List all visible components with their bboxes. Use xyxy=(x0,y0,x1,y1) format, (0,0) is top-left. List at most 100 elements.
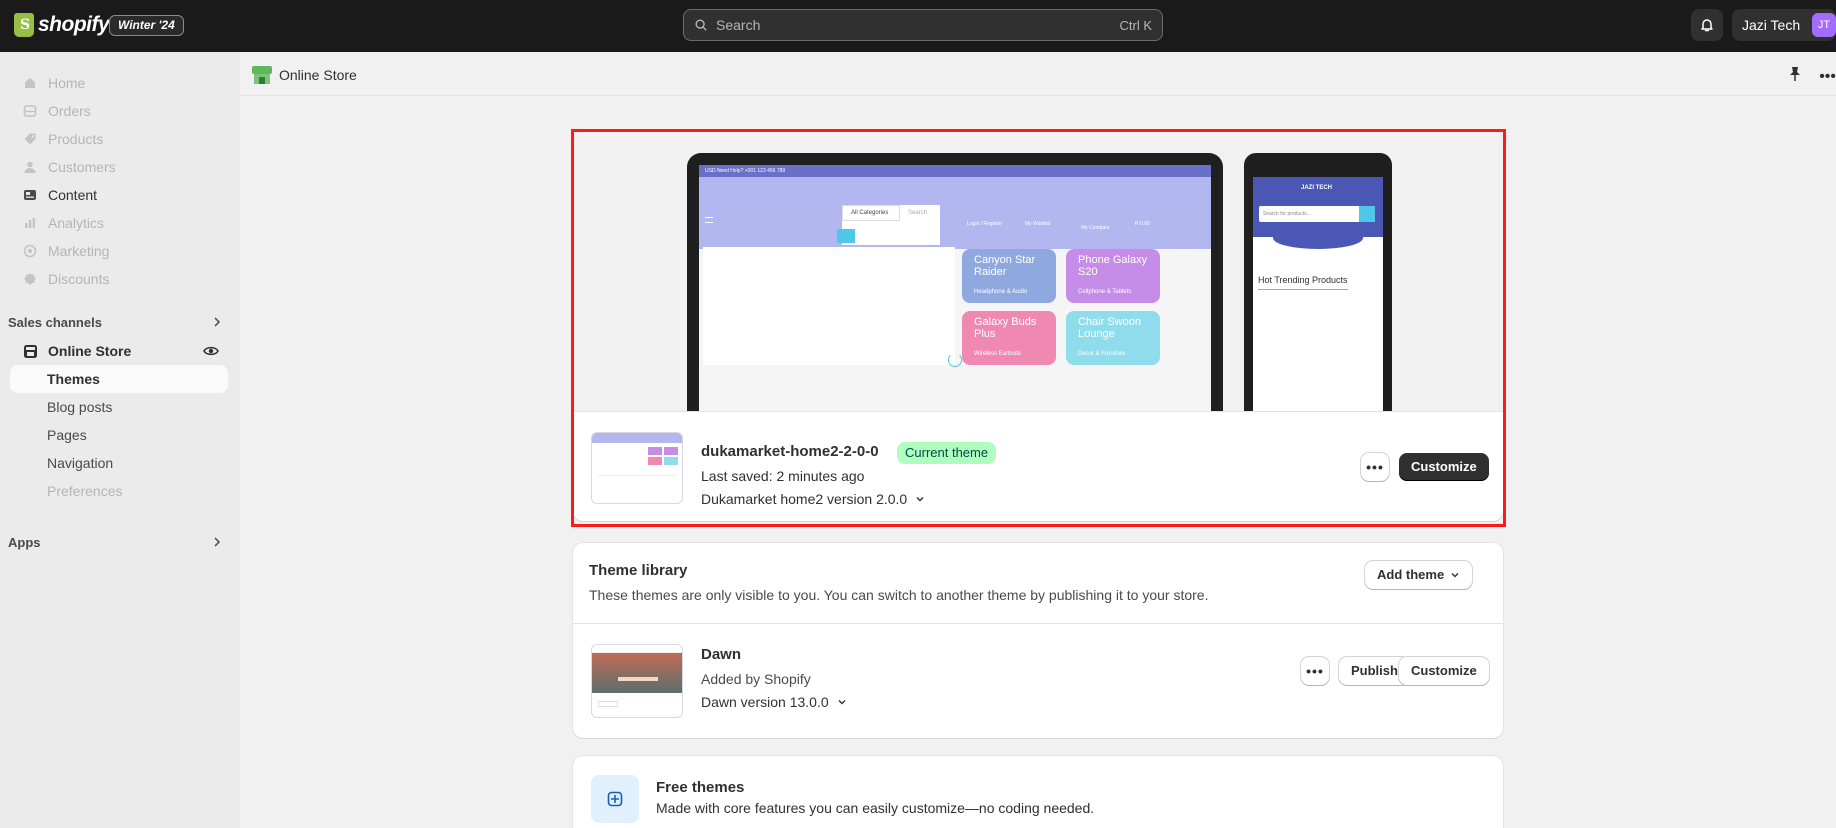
customize-button[interactable]: Customize xyxy=(1399,657,1489,685)
tile-sub: Wireless Earbuds xyxy=(974,351,1022,357)
sidebar: Home Orders Products Customers Content A… xyxy=(0,52,240,828)
preview-search: Search xyxy=(908,210,928,216)
theme-thumbnail xyxy=(591,644,683,718)
sidebar-item-analytics[interactable]: Analytics xyxy=(10,209,228,237)
theme-version-toggle[interactable]: Dawn version 13.0.0 xyxy=(701,694,847,710)
sidebar-item-discounts[interactable]: Discounts xyxy=(10,265,228,293)
status-badge: Current theme xyxy=(897,442,997,464)
sidebar-item-orders[interactable]: Orders xyxy=(10,97,228,125)
theme-version: Dawn version 13.0.0 xyxy=(701,694,829,710)
theme-version-toggle[interactable]: Dukamarket home2 version 2.0.0 xyxy=(701,491,925,507)
theme-preview[interactable]: USD Need Help? +001 123 456 789 All Cate… xyxy=(573,131,1503,411)
account-name: Jazi Tech xyxy=(1742,17,1801,33)
notifications-button[interactable] xyxy=(1691,9,1723,41)
sidebar-item-label: Customers xyxy=(48,159,116,175)
free-themes-card[interactable]: Free themes Made with core features you … xyxy=(573,756,1503,828)
sidebar-item-label: Products xyxy=(48,131,104,147)
sidebar-item-label: Analytics xyxy=(48,215,105,231)
library-subtitle: These themes are only visible to you. Yo… xyxy=(589,587,1209,603)
mobile-preview: JAZI TECH Search for products... Hot Tre… xyxy=(1244,153,1392,411)
home-icon xyxy=(22,75,38,91)
theme-library-card: Theme library These themes are only visi… xyxy=(573,543,1503,738)
sidebar-item-themes[interactable]: Themes xyxy=(10,365,228,393)
sidebar-item-label: Blog posts xyxy=(47,399,113,415)
free-themes-subtitle: Made with core features you can easily c… xyxy=(656,800,1095,816)
sidebar-item-customers[interactable]: Customers xyxy=(10,153,228,181)
phone-logo: JAZI TECH xyxy=(1301,185,1333,191)
last-saved: Last saved: 2 minutes ago xyxy=(701,468,865,484)
preview-compare: My Compare xyxy=(1081,225,1110,231)
more-actions-icon[interactable]: ••• xyxy=(1819,68,1836,86)
add-theme-label: Add theme xyxy=(1377,567,1445,582)
sidebar-item-marketing[interactable]: Marketing xyxy=(10,237,228,265)
sidebar-item-navigation[interactable]: Navigation xyxy=(10,449,228,477)
main-content: Online Store ••• USD Need Help? +001 123… xyxy=(240,52,1836,828)
search-placeholder: Search xyxy=(716,17,761,33)
preview-wishlist: My Wishlist xyxy=(1025,221,1051,227)
search-input[interactable]: Search Ctrl K xyxy=(683,9,1163,41)
tile-sub: Cellphone & Tablets xyxy=(1078,289,1132,295)
divider xyxy=(573,623,1503,624)
sidebar-item-home[interactable]: Home xyxy=(10,69,228,97)
sidebar-item-preferences[interactable]: Preferences xyxy=(10,477,228,505)
sidebar-item-online-store[interactable]: Online Store xyxy=(10,337,228,365)
sidebar-item-label: Themes xyxy=(47,371,100,387)
edition-badge[interactable]: Winter '24 xyxy=(109,15,184,36)
sidebar-item-label: Content xyxy=(48,187,98,203)
tile-title: Phone Galaxy S20 xyxy=(1078,254,1148,278)
theme-version: Dukamarket home2 version 2.0.0 xyxy=(701,491,908,507)
apps-label: Apps xyxy=(8,534,41,550)
apps-header[interactable]: Apps xyxy=(8,530,224,554)
content-icon xyxy=(22,187,38,203)
theme-actions-button[interactable]: ••• xyxy=(1301,657,1329,685)
chevron-down-icon xyxy=(916,497,924,502)
desktop-preview: USD Need Help? +001 123 456 789 All Cate… xyxy=(687,153,1223,411)
orders-icon xyxy=(22,103,38,119)
customize-button[interactable]: Customize xyxy=(1399,453,1489,481)
eye-icon[interactable] xyxy=(203,345,219,357)
theme-store-icon xyxy=(591,775,639,823)
online-store-icon xyxy=(252,66,272,84)
preview-tile: Galaxy Buds Plus Wireless Earbuds xyxy=(962,311,1056,365)
marketing-icon xyxy=(22,243,38,259)
sidebar-item-label: Navigation xyxy=(47,455,114,471)
avatar: JT xyxy=(1812,13,1836,37)
sidebar-item-label: Marketing xyxy=(48,243,110,259)
sales-channels-label: Sales channels xyxy=(8,314,102,330)
tag-icon xyxy=(22,131,38,147)
sidebar-item-label: Pages xyxy=(47,427,87,443)
add-theme-button[interactable]: Add theme xyxy=(1365,561,1473,589)
preview-topbar: USD Need Help? +001 123 456 789 xyxy=(699,165,1211,177)
preview-tile: Chair Swoon Lounge Decor & Furniture xyxy=(1066,311,1160,365)
page-header: Online Store ••• xyxy=(240,52,1836,96)
account-menu-button[interactable]: Jazi Tech JT xyxy=(1732,9,1836,41)
phone-search: Search for products... xyxy=(1259,206,1365,222)
chevron-down-icon xyxy=(838,700,846,705)
search-shortcut: Ctrl K xyxy=(1119,17,1153,33)
free-themes-title: Free themes xyxy=(656,779,745,796)
current-theme-info: dukamarket-home2-2-0-0 Current theme Las… xyxy=(573,411,1503,521)
preview-header: All Categories Search Login / Register M… xyxy=(699,177,1211,249)
theme-actions-button[interactable]: ••• xyxy=(1361,453,1389,481)
sidebar-item-content[interactable]: Content xyxy=(10,181,228,209)
loading-spinner-icon xyxy=(948,353,962,367)
tile-title: Galaxy Buds Plus xyxy=(974,316,1037,340)
tile-sub: Decor & Furniture xyxy=(1078,351,1126,357)
sidebar-item-products[interactable]: Products xyxy=(10,125,228,153)
search-icon xyxy=(695,19,707,31)
tile-sub: Headphone & Audio xyxy=(974,289,1028,295)
shopify-logo[interactable]: S shopify xyxy=(14,13,110,37)
store-icon xyxy=(22,343,38,359)
current-theme-card: USD Need Help? +001 123 456 789 All Cate… xyxy=(573,131,1503,521)
sidebar-item-pages[interactable]: Pages xyxy=(10,421,228,449)
sales-channels-header[interactable]: Sales channels xyxy=(8,310,224,334)
bell-icon xyxy=(1701,19,1713,32)
preview-tile: Canyon Star Raider Headphone & Audio xyxy=(962,249,1056,303)
sidebar-item-label: Online Store xyxy=(48,343,132,359)
pin-icon[interactable] xyxy=(1788,66,1802,82)
sidebar-item-label: Orders xyxy=(48,103,91,119)
tile-title: Chair Swoon Lounge xyxy=(1078,316,1141,340)
sidebar-item-label: Preferences xyxy=(47,483,123,499)
top-bar: S shopify Winter '24 Search Ctrl K Jazi … xyxy=(0,0,1836,52)
sidebar-item-blog-posts[interactable]: Blog posts xyxy=(10,393,228,421)
